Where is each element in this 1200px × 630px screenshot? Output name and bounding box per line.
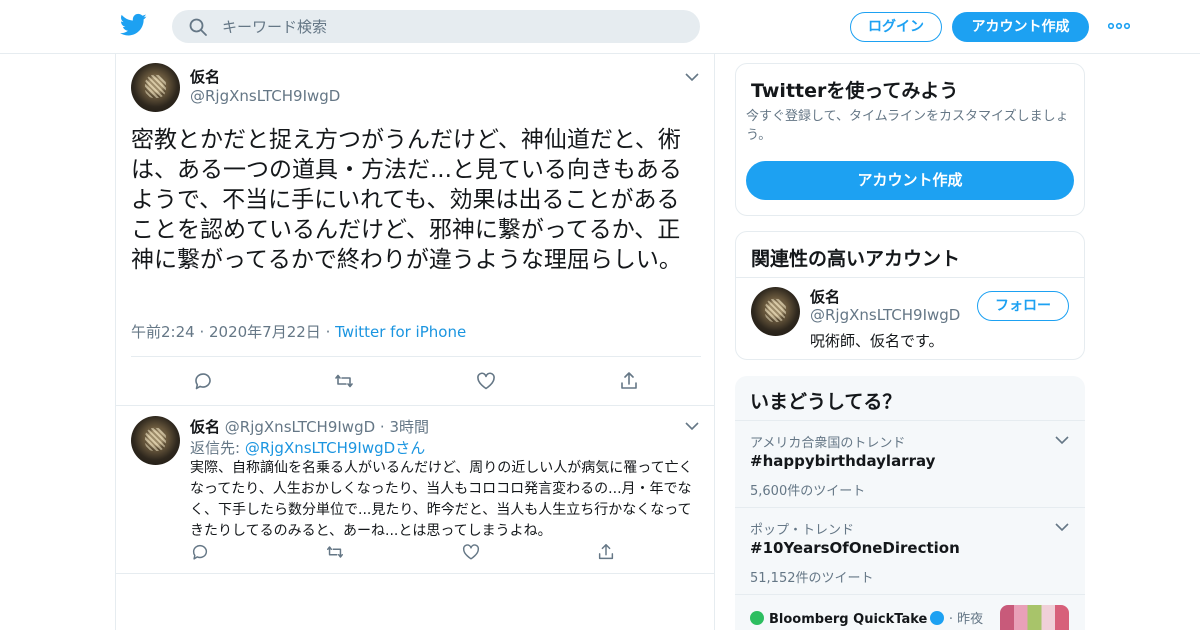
- related-accounts-title: 関連性の高いアカウント: [751, 248, 961, 270]
- reply-icon[interactable]: [190, 542, 210, 562]
- reply-to-label: 返信先:: [190, 439, 241, 457]
- signup-card: Twitterを使ってみよう 今すぐ登録して、タイムラインをカスタマイズしましょ…: [735, 63, 1085, 216]
- chevron-down-icon[interactable]: [1055, 522, 1069, 532]
- related-accounts-card: 関連性の高いアカウント 仮名 @RjgXnsLTCH9IwgD 呪術師、仮名です…: [735, 231, 1085, 360]
- reply-to-suffix: さん: [395, 439, 426, 457]
- like-icon[interactable]: [475, 370, 497, 392]
- trends-card: いまどうしてる？ アメリカ合衆国のトレンド #happybirthdaylarr…: [735, 376, 1085, 630]
- account-handle[interactable]: @RjgXnsLTCH9IwgD: [810, 306, 960, 324]
- trend-count: 51,152件のツイート: [750, 571, 874, 586]
- timeline-column: 仮名 @RjgXnsLTCH9IwgD 密教とかだと捉え方つがうんだけど、神仙道…: [115, 54, 715, 630]
- verified-badge-icon: [930, 611, 945, 625]
- account-name[interactable]: 仮名: [810, 286, 840, 307]
- share-icon[interactable]: [596, 542, 616, 562]
- avatar[interactable]: [131, 416, 180, 465]
- twitter-bird-icon[interactable]: [120, 13, 147, 37]
- tweet-text: 実際、自称謫仙を名乗る人がいるんだけど、周りの近しい人が病気に罹って亡くなってた…: [190, 460, 693, 539]
- trend-context: ポップ・トレンド: [750, 523, 855, 538]
- news-source[interactable]: Bloomberg QuickTake · 昨夜: [750, 608, 983, 627]
- author-name[interactable]: 仮名: [190, 66, 220, 87]
- retweet-icon[interactable]: [325, 542, 345, 562]
- author-handle[interactable]: @RjgXnsLTCH9IwgD: [190, 87, 340, 105]
- search-icon: [189, 18, 207, 36]
- avatar[interactable]: [131, 63, 180, 112]
- avatar[interactable]: [751, 287, 800, 336]
- chevron-down-icon[interactable]: [685, 421, 699, 431]
- chevron-down-icon[interactable]: [685, 72, 699, 82]
- divider: [735, 507, 1085, 508]
- search-input[interactable]: [222, 10, 682, 43]
- divider: [735, 594, 1085, 595]
- divider: [735, 420, 1085, 421]
- signup-card-button[interactable]: アカウント作成: [746, 161, 1074, 200]
- chevron-down-icon[interactable]: [1055, 435, 1069, 445]
- tweet-source[interactable]: Twitter for iPhone: [335, 323, 466, 341]
- trend-context: アメリカ合衆国のトレンド: [750, 436, 906, 451]
- tweet-time: 午前2:24: [131, 323, 195, 341]
- author-handle[interactable]: @RjgXnsLTCH9IwgD: [225, 418, 375, 436]
- news-thumbnail[interactable]: [1000, 605, 1069, 630]
- divider: [116, 573, 714, 574]
- signup-card-subtitle: 今すぐ登録して、タイムラインをカスタマイズしましょう。: [746, 109, 1069, 143]
- search-box[interactable]: [172, 10, 700, 43]
- trend-name[interactable]: #10YearsOfOneDirection: [750, 539, 960, 557]
- trend-count: 5,600件のツイート: [750, 484, 866, 499]
- tweet-date: 2020年7月22日: [209, 323, 321, 341]
- divider: [116, 405, 714, 406]
- tweet-time[interactable]: 3時間: [389, 418, 429, 436]
- more-icon[interactable]: [1108, 22, 1130, 30]
- account-bio: 呪術師、仮名です。: [810, 332, 944, 350]
- signup-button[interactable]: アカウント作成: [952, 12, 1089, 42]
- reply-to-handle[interactable]: @RjgXnsLTCH9IwgD: [245, 439, 395, 457]
- quicktake-logo-icon: [750, 611, 764, 625]
- reply-icon[interactable]: [192, 370, 214, 392]
- news-time: 昨夜: [957, 612, 984, 627]
- trend-name[interactable]: #happybirthdaylarray: [750, 452, 935, 470]
- tweet-timestamp[interactable]: 午前2:24 · 2020年7月22日 · Twitter for iPhone: [131, 321, 466, 342]
- reply-to: 返信先: @RjgXnsLTCH9IwgDさん: [190, 437, 425, 458]
- news-source-name: Bloomberg QuickTake: [769, 612, 928, 627]
- login-button[interactable]: ログイン: [850, 12, 942, 42]
- signup-card-title: Twitterを使ってみよう: [751, 80, 959, 102]
- retweet-icon[interactable]: [333, 370, 355, 392]
- divider: [736, 277, 1084, 278]
- like-icon[interactable]: [461, 542, 481, 562]
- tweet-text: 密教とかだと捉え方つがうんだけど、神仙道だと、術は、ある一つの道具・方法だ...…: [131, 127, 682, 273]
- trends-title: いまどうしてる？: [750, 391, 902, 413]
- author-name[interactable]: 仮名: [190, 418, 220, 436]
- top-bar: ログイン アカウント作成: [0, 0, 1200, 54]
- reply-header: 仮名 @RjgXnsLTCH9IwgD · 3時間: [190, 418, 430, 436]
- share-icon[interactable]: [618, 370, 640, 392]
- follow-button[interactable]: フォロー: [977, 291, 1069, 321]
- divider: [131, 356, 701, 357]
